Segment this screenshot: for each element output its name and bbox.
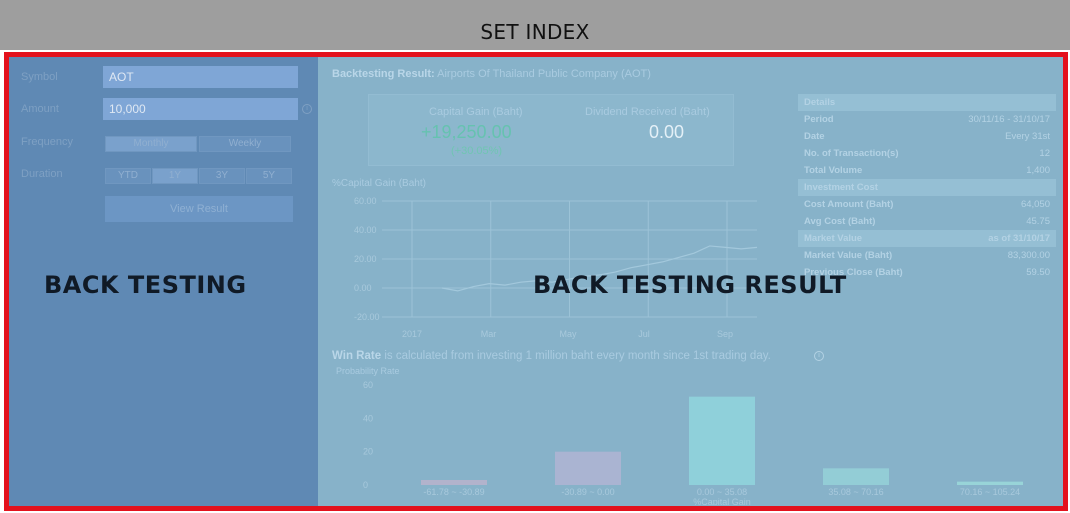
bar-chart-y-tick: 60 — [363, 380, 373, 390]
details-row: Period 30/11/16 - 31/10/17 — [798, 111, 1056, 128]
duration-ytd-button[interactable]: YTD — [105, 168, 151, 184]
duration-1y-button[interactable]: 1Y — [152, 168, 198, 184]
win-rate-info-icon[interactable]: i — [814, 351, 824, 361]
bar-chart-bar — [421, 480, 487, 485]
details-row: Total Volume 1,400 — [798, 162, 1056, 179]
details-row: No. of Transaction(s) 12 — [798, 145, 1056, 162]
line-chart-y-tick: 40.00 — [354, 225, 377, 235]
bar-chart-x-tick: -30.89 ~ 0.00 — [561, 487, 614, 497]
details-value: 59.50 — [1026, 267, 1050, 278]
line-chart-x-tick: Jul — [638, 329, 650, 339]
details-row: Market Value (Baht) 83,300.00 — [798, 247, 1056, 264]
dividend-label: Dividend Received (Baht) — [585, 106, 710, 118]
details-value: 45.75 — [1026, 216, 1050, 227]
summary-card: Capital Gain (Baht) +19,250.00 (+30.05%)… — [368, 94, 734, 166]
line-chart-y-tick: 60.00 — [354, 196, 377, 206]
back-testing-result-overlay-label: BACK TESTING RESULT — [533, 271, 847, 299]
result-heading-label: Backtesting Result: — [332, 68, 435, 80]
details-row: Avg Cost (Baht) 45.75 — [798, 213, 1056, 230]
bar-chart-bar — [957, 481, 1023, 485]
details-row: Investment Cost — [798, 179, 1056, 196]
line-chart-x-tick: May — [560, 329, 578, 339]
back-testing-overlay-label: BACK TESTING — [44, 271, 247, 299]
capital-gain-label: Capital Gain (Baht) — [429, 106, 523, 118]
bar-chart-x-tick: 0.00 ~ 35.08 — [697, 487, 747, 497]
view-result-button[interactable]: View Result — [105, 196, 293, 222]
line-chart-y-tick: -20.00 — [354, 312, 380, 322]
details-key: Market Value (Baht) — [804, 250, 893, 261]
probability-rate-label: Probability Rate — [336, 366, 400, 376]
bar-chart-x-label: %Capital Gain — [693, 497, 751, 505]
symbol-input[interactable]: AOT — [103, 66, 298, 88]
win-rate-bar-chart: 0 20 40 60 -61.78 ~ -30.89 -30.89 ~ 0.00 0.00 … — [363, 380, 1023, 505]
win-rate-description: is calculated from investing 1 million b… — [384, 350, 771, 362]
duration-5y-button[interactable]: 5Y — [246, 168, 292, 184]
details-value: as of 31/10/17 — [988, 233, 1050, 244]
details-key: Total Volume — [804, 165, 863, 176]
details-row: Market Value as of 31/10/17 — [798, 230, 1056, 247]
amount-info-icon[interactable]: i — [302, 104, 312, 114]
bar-chart-y-tick: 20 — [363, 447, 373, 457]
line-chart-x-tick: Mar — [481, 329, 497, 339]
details-key: Investment Cost — [804, 182, 878, 193]
details-value: 12 — [1039, 148, 1050, 159]
frequency-label: Frequency — [21, 136, 73, 148]
bar-chart-x-tick: -61.78 ~ -30.89 — [423, 487, 484, 497]
result-heading: Backtesting Result: Airports Of Thailand… — [332, 68, 651, 80]
set-index-header: SET INDEX — [0, 0, 1070, 50]
capital-gain-value: +19,250.00 — [421, 122, 512, 142]
back-testing-result-panel: Backtesting Result: Airports Of Thailand… — [318, 57, 1063, 506]
details-value: 64,050 — [1020, 199, 1050, 210]
details-key: Market Value — [804, 233, 863, 244]
duration-3y-button[interactable]: 3Y — [199, 168, 245, 184]
symbol-label: Symbol — [21, 71, 58, 83]
details-value: Every 31st — [1005, 131, 1050, 142]
capital-gain-percent: (+30.05%) — [451, 145, 503, 157]
details-value: 30/11/16 - 31/10/17 — [968, 114, 1050, 125]
win-rate-text: Win Rate is calculated from investing 1 … — [332, 350, 771, 362]
bar-chart-y-tick: 0 — [363, 480, 368, 490]
bar-chart-x-tick: 35.08 ~ 70.16 — [828, 487, 883, 497]
details-row: Date Every 31st — [798, 128, 1056, 145]
details-key: Date — [804, 131, 825, 142]
line-chart-y-tick: 20.00 — [354, 254, 377, 264]
details-key: Avg Cost (Baht) — [804, 216, 876, 227]
details-table: Details Period 30/11/16 - 31/10/17 Date Ever… — [798, 94, 1056, 281]
line-chart-x-tick: Sep — [717, 329, 733, 339]
capital-gain-line-chart: 60.00 40.00 20.00 0.00 -20.00 2017 Mar May Jul Se… — [354, 196, 758, 339]
bar-chart-x-tick: 70.16 ~ 105.24 — [960, 487, 1020, 497]
details-key: Period — [804, 114, 834, 125]
details-key: Details — [804, 97, 836, 108]
details-key: Cost Amount (Baht) — [804, 199, 894, 210]
highlight-frame: Symbol AOT Amount 10,000 i Frequency Mon… — [4, 52, 1068, 511]
details-row: Cost Amount (Baht) 64,050 — [798, 196, 1056, 213]
back-testing-panel: Symbol AOT Amount 10,000 i Frequency Mon… — [9, 57, 318, 506]
win-rate-label: Win Rate — [332, 350, 382, 362]
page-title: SET INDEX — [480, 20, 590, 44]
capital-gain-chart-title: %Capital Gain (Baht) — [332, 178, 426, 189]
details-value: 1,400 — [1026, 165, 1050, 176]
bar-chart-bar — [689, 396, 755, 485]
duration-label: Duration — [21, 168, 63, 180]
line-chart-y-tick: 0.00 — [354, 283, 372, 293]
frequency-monthly-button[interactable]: Monthly — [105, 136, 197, 152]
details-value: 83,300.00 — [1007, 250, 1050, 261]
bar-chart-bar — [823, 468, 889, 485]
amount-label: Amount — [21, 103, 59, 115]
details-key: No. of Transaction(s) — [804, 148, 899, 159]
details-row: Details — [798, 94, 1056, 111]
result-heading-company: Airports Of Thailand Public Company (AOT… — [437, 68, 651, 80]
line-chart-x-tick: 2017 — [402, 329, 422, 339]
amount-input[interactable]: 10,000 — [103, 98, 298, 120]
bar-chart-bar — [555, 451, 621, 485]
dividend-value: 0.00 — [649, 122, 685, 142]
frequency-weekly-button[interactable]: Weekly — [199, 136, 291, 152]
bar-chart-y-tick: 40 — [363, 413, 373, 423]
